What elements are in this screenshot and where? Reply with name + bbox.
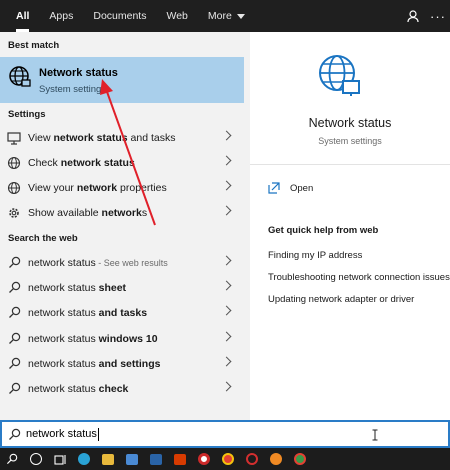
tab-more[interactable]: More bbox=[198, 0, 255, 32]
settings-item-label: View your network properties bbox=[28, 181, 167, 194]
results-panel: Best match Network status System setting… bbox=[0, 32, 250, 420]
globe-icon bbox=[7, 181, 21, 194]
best-match-title: Network status bbox=[39, 67, 118, 79]
network-icon bbox=[7, 131, 21, 145]
chrome-alt-icon[interactable] bbox=[288, 448, 312, 470]
gear-icon bbox=[9, 207, 19, 218]
search-icon bbox=[8, 428, 20, 440]
settings-item-label: View network status and tasks bbox=[28, 131, 176, 144]
preview-title: Network status bbox=[308, 116, 392, 130]
help-link[interactable]: Troubleshooting network connection issue… bbox=[268, 272, 450, 283]
best-match-heading: Best match bbox=[8, 40, 60, 51]
web-result-label: network status windows 10 bbox=[28, 332, 158, 345]
search-box[interactable]: network status bbox=[0, 420, 450, 448]
settings-item[interactable]: Show available networks bbox=[0, 200, 244, 225]
taskbar bbox=[0, 448, 450, 470]
preview-subtitle: System settings bbox=[318, 136, 382, 146]
tab-more-label: More bbox=[207, 10, 232, 22]
mail-icon[interactable] bbox=[144, 448, 168, 470]
settings-item[interactable]: View your network properties bbox=[0, 175, 244, 200]
tab-documents[interactable]: Documents bbox=[83, 0, 156, 32]
settings-heading: Settings bbox=[8, 109, 46, 120]
web-result-label: network status and tasks bbox=[28, 306, 148, 319]
file-explorer-icon[interactable] bbox=[96, 448, 120, 470]
chevron-right-icon[interactable] bbox=[221, 356, 232, 367]
search-icon bbox=[8, 382, 20, 394]
text-caret bbox=[97, 427, 99, 441]
search-icon bbox=[8, 357, 20, 369]
chevron-right-icon[interactable] bbox=[221, 280, 232, 291]
settings-item[interactable]: Check network status bbox=[0, 150, 244, 175]
globe-icon bbox=[319, 55, 360, 96]
web-result-item[interactable]: network status and settings bbox=[0, 351, 244, 376]
opera-icon[interactable] bbox=[240, 448, 264, 470]
search-icon bbox=[8, 306, 20, 318]
more-options-button[interactable]: ··· bbox=[426, 9, 450, 24]
task-view-icon[interactable] bbox=[48, 448, 72, 470]
tab-all[interactable]: All bbox=[6, 0, 39, 32]
cortana-icon[interactable] bbox=[24, 448, 48, 470]
settings-item-label: Show available networks bbox=[28, 206, 148, 219]
divider bbox=[250, 164, 450, 165]
ibeam-cursor-icon bbox=[372, 429, 378, 441]
search-tab-bar: All Apps Documents Web More ··· bbox=[0, 0, 450, 32]
web-result-label: network status check bbox=[28, 382, 129, 395]
web-result-label: network status - See web results bbox=[28, 256, 168, 269]
search-input[interactable]: network status bbox=[26, 428, 97, 440]
chevron-right-icon[interactable] bbox=[221, 331, 232, 342]
edge-icon[interactable] bbox=[72, 448, 96, 470]
globe-icon bbox=[7, 156, 21, 169]
chevron-right-icon[interactable] bbox=[221, 205, 232, 216]
web-result-item[interactable]: network status windows 10 bbox=[0, 326, 244, 351]
chevron-right-icon[interactable] bbox=[221, 255, 232, 266]
open-label: Open bbox=[290, 182, 314, 194]
chrome-icon[interactable] bbox=[216, 448, 240, 470]
chevron-down-icon bbox=[236, 13, 245, 19]
feedback-icon[interactable] bbox=[406, 9, 420, 23]
tab-apps[interactable]: Apps bbox=[39, 0, 83, 32]
tab-web[interactable]: Web bbox=[156, 0, 197, 32]
office-icon[interactable] bbox=[168, 448, 192, 470]
web-result-label: network status sheet bbox=[28, 281, 127, 294]
settings-item-label: Check network status bbox=[28, 156, 135, 169]
best-match-item[interactable]: Network status System settings bbox=[0, 57, 244, 103]
chevron-right-icon[interactable] bbox=[221, 180, 232, 191]
chevron-right-icon[interactable] bbox=[221, 305, 232, 316]
search-icon bbox=[8, 281, 20, 293]
search-icon bbox=[8, 332, 20, 344]
help-link[interactable]: Finding my IP address bbox=[268, 250, 362, 261]
web-result-item[interactable]: network status check bbox=[0, 376, 244, 401]
settings-item[interactable]: View network status and tasks bbox=[0, 125, 244, 150]
quick-help-heading: Get quick help from web bbox=[268, 225, 379, 236]
best-match-subtitle: System settings bbox=[39, 84, 107, 95]
taskbar-search-icon[interactable] bbox=[0, 448, 24, 470]
chevron-right-icon[interactable] bbox=[221, 381, 232, 392]
globe-icon bbox=[9, 66, 31, 87]
record-icon[interactable] bbox=[192, 448, 216, 470]
chevron-right-icon[interactable] bbox=[221, 155, 232, 166]
web-result-item[interactable]: network status - See web results bbox=[0, 250, 244, 275]
help-link[interactable]: Updating network adapter or driver bbox=[268, 294, 414, 305]
web-result-label: network status and settings bbox=[28, 357, 161, 370]
search-icon bbox=[8, 256, 20, 268]
search-web-heading: Search the web bbox=[8, 233, 78, 244]
open-icon bbox=[268, 182, 280, 194]
open-button[interactable]: Open bbox=[268, 182, 313, 194]
web-result-item[interactable]: network status sheet bbox=[0, 275, 244, 300]
firefox-icon[interactable] bbox=[264, 448, 288, 470]
chevron-right-icon[interactable] bbox=[221, 130, 232, 141]
web-result-item[interactable]: network status and tasks bbox=[0, 300, 244, 325]
store-icon[interactable] bbox=[120, 448, 144, 470]
preview-panel: Network status System settings Open Get … bbox=[250, 32, 450, 420]
